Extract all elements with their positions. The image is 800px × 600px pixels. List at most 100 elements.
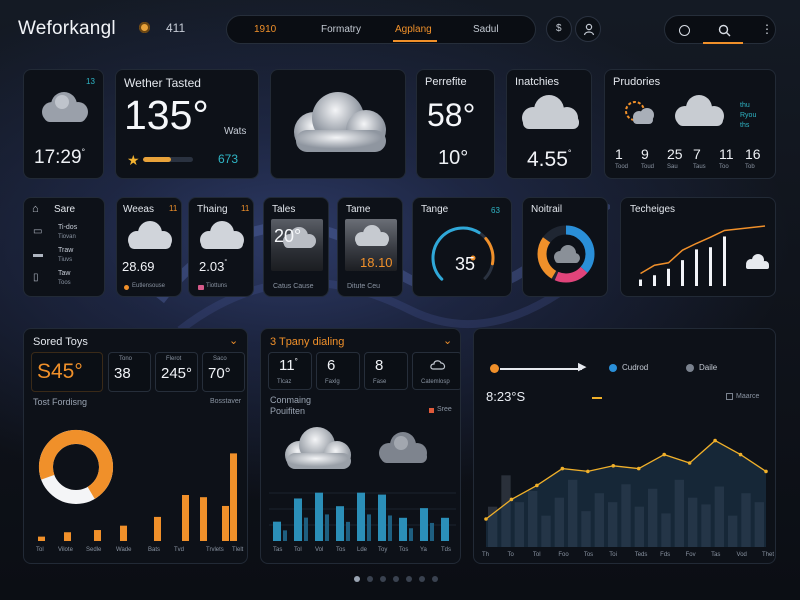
chart-bar (200, 497, 207, 541)
techeiges-tile[interactable]: Techeiges (620, 197, 776, 297)
forecast-card[interactable]: Prudories thu Ryou ths 1 Tood 9 Toud 25 Sau 7 T… (604, 69, 776, 179)
page-dot[interactable] (393, 576, 399, 582)
stat-value: 38 (114, 365, 131, 382)
progress-track (143, 157, 193, 162)
calendar-icon (198, 285, 204, 290)
noitrail-tile[interactable]: Noitrail (522, 197, 608, 297)
stat-box[interactable]: 6 Faxlg (316, 352, 360, 390)
chart-bar-secondary (409, 528, 413, 541)
stat-box[interactable]: Tono 38 (108, 352, 151, 392)
chat-icon: ⌂ (32, 203, 39, 215)
stat-value: 245° (161, 365, 193, 382)
stat-box[interactable]: Saco 70° (202, 352, 245, 392)
perrefite-card[interactable]: Perrefite 58° 10° (416, 69, 495, 179)
stat-box[interactable]: 8 Fase (364, 352, 408, 390)
chart-area (486, 440, 766, 547)
stat-box[interactable]: Flerot 245° (155, 352, 198, 392)
clock-card[interactable]: 13 17:29° (23, 69, 104, 179)
stat-label: Tlcaz (277, 379, 292, 385)
trend-bar (639, 279, 642, 286)
nav-item-1[interactable]: 1910 (254, 24, 276, 35)
brand-title[interactable]: Weforkangl (18, 18, 116, 40)
nav-item-3[interactable]: Agplang (395, 24, 432, 35)
x-tick-label: Tas (273, 547, 282, 553)
x-tick-label: Vod (737, 552, 747, 558)
chart-point (738, 452, 743, 457)
sidebar-item-label[interactable]: Traw (58, 247, 73, 254)
sidebar-item-label[interactable]: Taw (58, 270, 70, 277)
chevron-down-icon[interactable]: ⌄ (443, 334, 452, 347)
sidebar-item-label[interactable]: Ti-dos (58, 224, 77, 231)
stat-box[interactable]: Catemlosp (412, 352, 460, 390)
thaing-tile[interactable]: Thaing 11 2.03° Tiottuns (188, 197, 254, 297)
dialing-panel: 3 Tpany dialing ⌄ Conmaing Pouifiten Sre… (260, 328, 461, 564)
nav-item-2[interactable]: Formatry (321, 24, 361, 35)
clock-badge: 13 (86, 77, 95, 86)
nav-item-4[interactable]: Sadul (473, 24, 499, 35)
stat-box[interactable]: 11° Tlcaz (268, 352, 312, 390)
page-dot[interactable] (419, 576, 425, 582)
page-dot[interactable] (432, 576, 438, 582)
legend-dot-2 (686, 364, 694, 372)
inatchies-card[interactable]: Inatchies 4.55° (506, 69, 592, 179)
chart-bar-secondary (304, 517, 308, 541)
chart-point (560, 466, 565, 471)
dollar-button[interactable]: $ (546, 16, 572, 42)
chart-point (611, 464, 616, 468)
dollar-icon: $ (556, 23, 562, 34)
big-stat-value: S45° (37, 360, 83, 383)
tange-gauge-tile[interactable]: Tange 63 35 (412, 197, 512, 297)
chart-bar-secondary (388, 515, 392, 541)
card-title: Wether Tasted (124, 76, 201, 90)
section-link[interactable]: Bosstaver (210, 398, 241, 405)
page-dot[interactable] (406, 576, 412, 582)
section-title: Conmaing (270, 395, 312, 405)
circle-icon[interactable] (679, 25, 690, 36)
tile-value-suffix: ° (224, 259, 228, 266)
x-tick-label: Ya (420, 547, 428, 553)
trend-bar (695, 249, 698, 286)
x-tick-label: Toi (609, 552, 617, 558)
x-tick-label: Vilote (58, 547, 74, 553)
card-title: Prudories (613, 76, 661, 88)
tile-value: 20° (274, 226, 302, 246)
big-stat-box: S45° (31, 352, 103, 392)
cloud-icon (430, 360, 446, 370)
x-tick-label: Sedle (86, 547, 102, 553)
more-icon[interactable]: ⋮ (761, 22, 773, 36)
page-dot[interactable] (367, 576, 373, 582)
unit-label: Wats (224, 126, 247, 137)
cloud-hero-card[interactable] (270, 69, 406, 179)
car-icon[interactable]: ▬ (33, 249, 43, 260)
folder-icon[interactable]: ▭ (33, 226, 42, 237)
x-tick-label: Vol (315, 547, 323, 553)
page-dot[interactable] (380, 576, 386, 582)
user-button[interactable] (575, 16, 601, 42)
tile-title: Thaing (197, 204, 228, 215)
device-icon[interactable]: ▯ (33, 272, 39, 283)
teal-value: 673 (218, 152, 239, 166)
sidebar-card: ⌂ Sare ▭ Ti-dos Tiovan ▬ Traw Tiuvs ▯ Taw Toos (23, 197, 105, 297)
tile-flag: 63 (491, 206, 500, 215)
tales-tile[interactable]: Tales 20° Catus Cause (263, 197, 329, 297)
search-icon[interactable] (718, 24, 731, 37)
weather-tasted-card[interactable]: Wether Tasted 135° Wats ★ 673 (115, 69, 259, 179)
cloud-icon (294, 92, 386, 152)
tile-title: Weeas (123, 204, 154, 215)
stat-number: 6 (327, 357, 336, 374)
nav-active-underline (393, 40, 437, 42)
x-tick-label: Fds (660, 552, 670, 558)
forecast-label: Sau (667, 164, 678, 170)
stat-label: Catemlosp (421, 379, 450, 385)
gauge-accent (484, 237, 495, 266)
tame-tile[interactable]: Tame 18.10 Ditute Ceu (337, 197, 403, 297)
chevron-down-icon[interactable]: ⌄ (229, 334, 238, 347)
stat-label: Saco (213, 356, 227, 362)
chart-bar (336, 506, 344, 541)
page-dot[interactable] (354, 576, 360, 582)
section-subtitle: Pouifiten (270, 406, 306, 416)
chart-bar (315, 492, 323, 541)
inatchies-suffix: ° (567, 148, 572, 158)
weeas-tile[interactable]: Weeas 11 28.69 Eutlensouse (116, 197, 182, 297)
chart-bar-secondary (283, 530, 287, 541)
